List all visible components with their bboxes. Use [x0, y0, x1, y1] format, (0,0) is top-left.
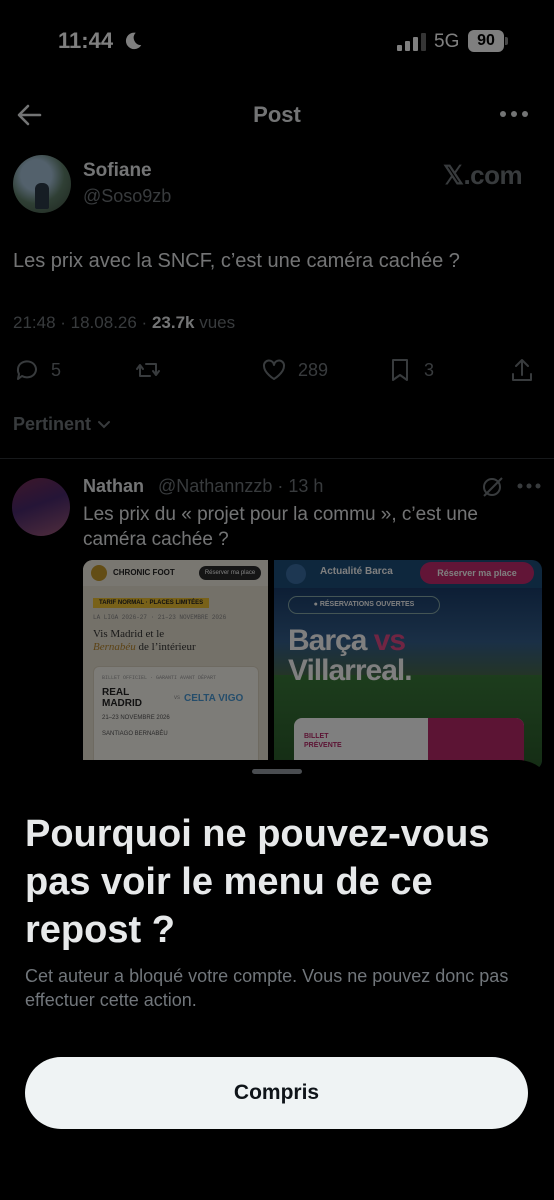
sheet-title: Pourquoi ne pouvez-vous pas voir le menu…	[25, 813, 490, 951]
sheet-drag-handle[interactable]	[252, 769, 302, 774]
got-it-button[interactable]: Compris	[25, 1057, 528, 1129]
sheet-body: Cet auteur a bloqué votre compte. Vous n…	[25, 966, 509, 1010]
bottom-sheet: Pourquoi ne pouvez-vous pas voir le menu…	[0, 760, 554, 1200]
app-screen: 11:44 5G 90 Post Sofiane @Soso9zb 𝕏.com …	[0, 0, 554, 1200]
